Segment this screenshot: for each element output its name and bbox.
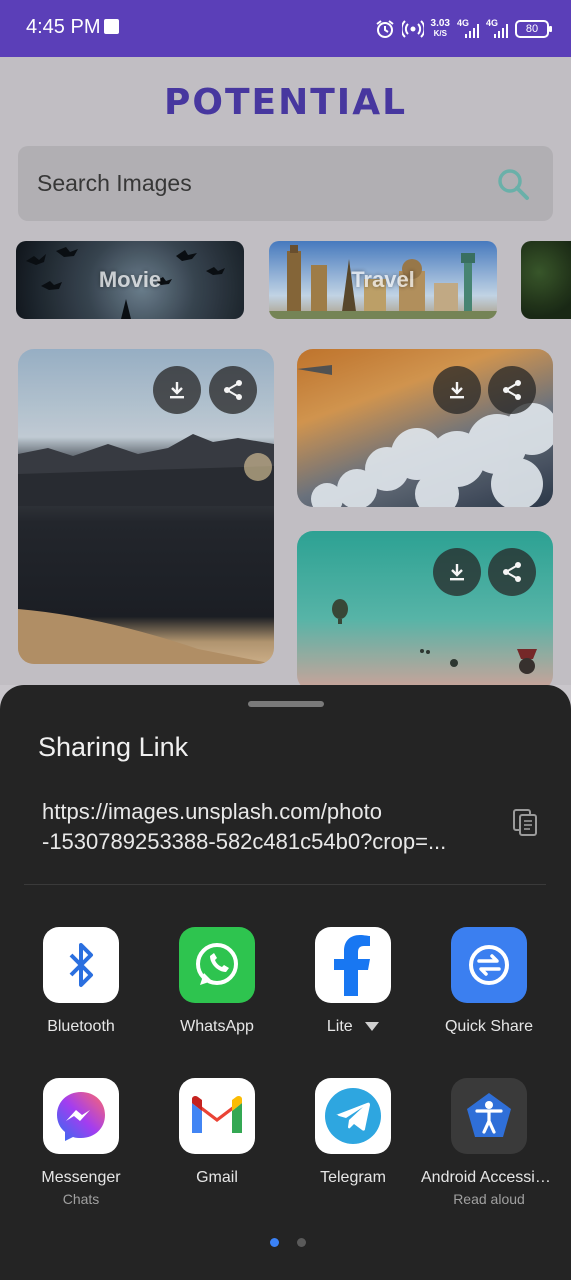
share-target-quick-share[interactable]: Quick Share [421, 927, 557, 1036]
status-icons: 3.03 K/S 4G 4G 80 [375, 14, 552, 44]
whatsapp-icon [179, 927, 255, 1003]
app-name: Telegram [320, 1169, 386, 1186]
app-subtitle: Chats [62, 1191, 100, 1207]
share-url: https://images.unsplash.com/photo -15307… [42, 797, 492, 857]
dropdown-arrow-icon[interactable] [365, 1022, 380, 1032]
app-name: WhatsApp [180, 1018, 254, 1035]
bluetooth-icon [43, 927, 119, 1003]
speed-unit: K/S [433, 29, 447, 38]
app-name: Quick Share [444, 1018, 534, 1035]
divider [24, 884, 546, 885]
copy-icon[interactable] [512, 808, 540, 838]
share-sheet: Sharing Link https://images.unsplash.com… [0, 685, 571, 1280]
scrim[interactable] [0, 57, 571, 685]
app-subtitle: Read aloud [453, 1191, 525, 1207]
telegram-icon [315, 1078, 391, 1154]
share-target-facebook-lite[interactable]: Lite [285, 927, 421, 1036]
status-bar: 4:45 PM 3.03 K/S 4G 4G 80 [0, 0, 571, 57]
page-dot-active[interactable] [270, 1238, 279, 1247]
share-url-line1: https://images.unsplash.com/photo [42, 799, 382, 824]
drag-handle[interactable] [248, 701, 324, 707]
page-indicator [270, 1238, 306, 1247]
gmail-icon [179, 1078, 255, 1154]
battery-icon: 80 [515, 20, 552, 38]
network-speed: 3.03 K/S [431, 19, 450, 39]
share-url-line2: -1530789253388-582c481c54b0?crop=... [42, 829, 447, 854]
signal-2-icon: 4G [486, 18, 508, 40]
app-name: Android Accessibi... [421, 1169, 557, 1186]
facebook-icon [315, 927, 391, 1003]
share-target-android-accessibility[interactable]: Android Accessibi... Read aloud [421, 1078, 557, 1207]
share-target-bluetooth[interactable]: Bluetooth [13, 927, 149, 1036]
alarm-icon [375, 20, 394, 38]
hotspot-icon [401, 20, 424, 38]
quick-share-icon [451, 927, 527, 1003]
app-name: Gmail [196, 1169, 238, 1186]
share-target-telegram[interactable]: Telegram [285, 1078, 421, 1187]
share-target-messenger[interactable]: Messenger Chats [13, 1078, 149, 1207]
messenger-icon [43, 1078, 119, 1154]
app-name: Bluetooth [47, 1018, 115, 1035]
status-time: 4:45 PM [26, 16, 101, 38]
sheet-title: Sharing Link [38, 732, 189, 762]
page-dot[interactable] [297, 1238, 306, 1247]
speed-value: 3.03 [430, 18, 450, 29]
app-name-lite: Lite [326, 1018, 353, 1035]
app-name: Lite [285, 1018, 421, 1036]
share-target-whatsapp[interactable]: WhatsApp [149, 927, 285, 1036]
share-target-gmail[interactable]: Gmail [149, 1078, 285, 1187]
app-name: Messenger [41, 1169, 121, 1186]
accessibility-icon [451, 1078, 527, 1154]
notification-icon [104, 19, 119, 34]
signal-1-icon: 4G [457, 18, 479, 40]
